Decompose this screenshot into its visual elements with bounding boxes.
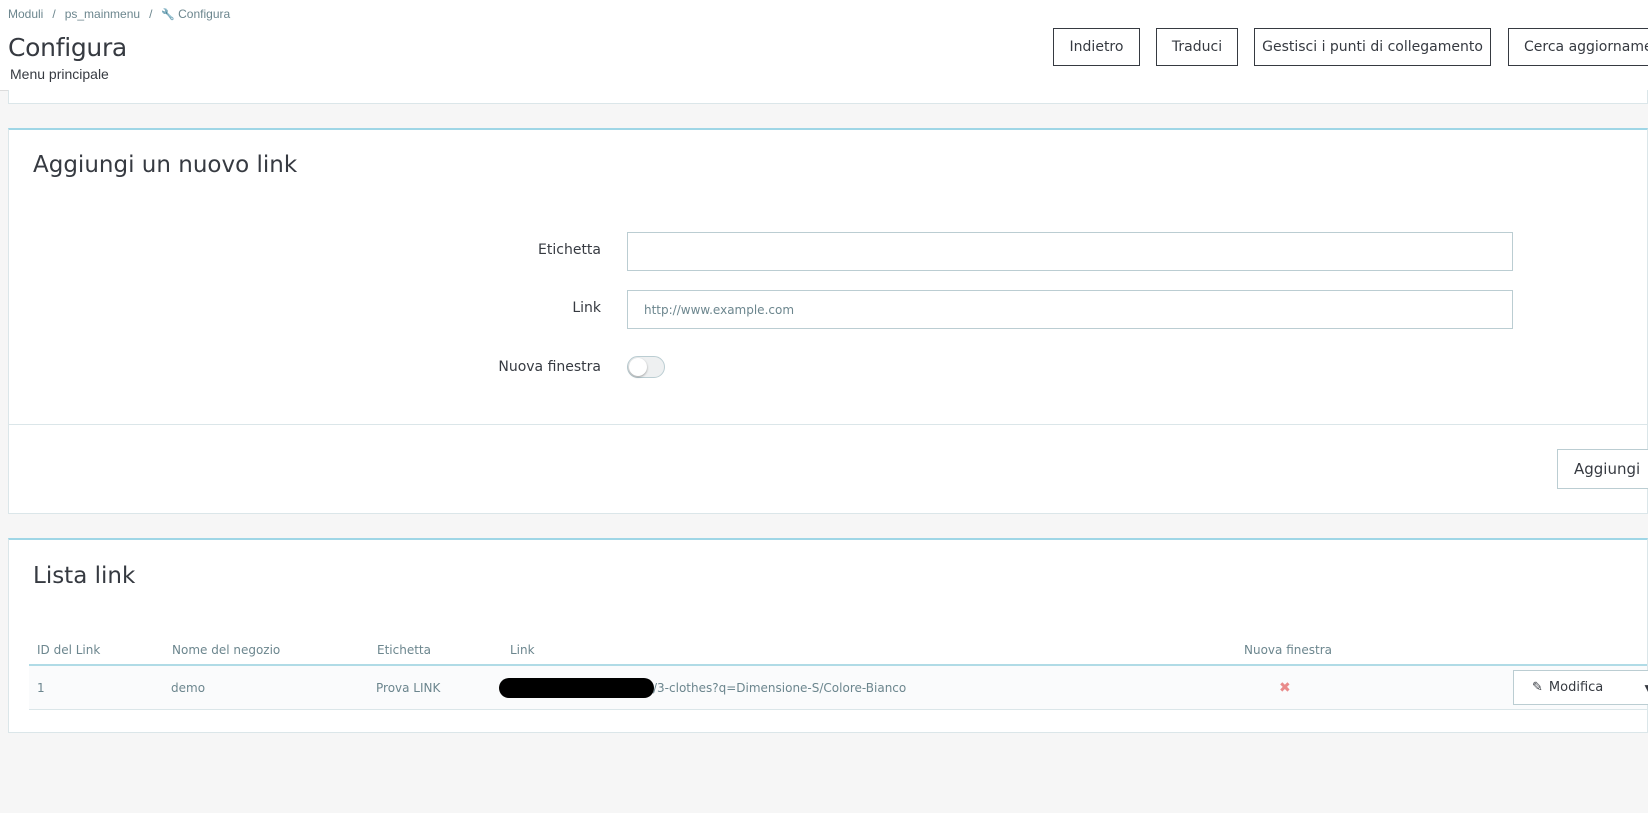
- new-window-toggle[interactable]: [627, 356, 665, 378]
- check-updates-button[interactable]: Cerca aggiornamenti: [1508, 28, 1648, 66]
- breadcrumb-item-modules[interactable]: Moduli: [8, 7, 43, 21]
- redacted-url-mark: [499, 678, 654, 698]
- page-title: Configura: [8, 33, 127, 62]
- add-link-panel-footer: Aggiungi: [9, 424, 1648, 513]
- table-row: 1 demo Prova LINK /3-clothes?q=Dimension…: [29, 666, 1648, 710]
- add-link-panel-title: Aggiungi un nuovo link: [33, 152, 298, 178]
- column-header-shop: Nome del negozio: [172, 643, 281, 657]
- edit-button-label: Modifica: [1548, 680, 1604, 695]
- disabled-x-icon: ✖: [1279, 679, 1291, 696]
- edit-button[interactable]: ✎ Modifica: [1514, 671, 1628, 704]
- cell-label: Prova LINK: [376, 680, 441, 695]
- column-header-link: Link: [510, 643, 535, 657]
- links-list-title: Lista link: [33, 563, 136, 589]
- links-list-panel: Lista link ID del Link Nome del negozio …: [8, 538, 1648, 733]
- breadcrumb-separator: /: [149, 7, 153, 21]
- breadcrumb: Moduli / ps_mainmenu / 🔧 Configura: [8, 7, 230, 21]
- cell-link-id: 1: [37, 680, 45, 695]
- caret-down-icon[interactable]: ▼: [1642, 681, 1648, 695]
- column-header-id: ID del Link: [37, 643, 101, 657]
- breadcrumb-item-current: Configura: [178, 7, 231, 21]
- cell-link-url: /3-clothes?q=Dimensione-S/Colore-Bianco: [653, 680, 907, 695]
- column-header-label: Etichetta: [377, 643, 431, 657]
- breadcrumb-item-module[interactable]: ps_mainmenu: [65, 7, 140, 21]
- previous-panel-bottom: [8, 90, 1648, 104]
- page-subtitle: Menu principale: [10, 66, 109, 82]
- cell-shop-name: demo: [171, 680, 206, 695]
- page-header: Moduli / ps_mainmenu / 🔧 Configura Confi…: [0, 0, 1648, 91]
- label-input[interactable]: [627, 232, 1513, 271]
- back-button[interactable]: Indietro: [1053, 28, 1140, 66]
- edit-button-group: ✎ Modifica ▼: [1513, 670, 1648, 705]
- column-header-new-window: Nuova finestra: [1244, 643, 1332, 657]
- translate-button[interactable]: Traduci: [1156, 28, 1238, 66]
- wrench-icon: 🔧: [161, 8, 176, 21]
- breadcrumb-separator: /: [52, 7, 56, 21]
- pencil-icon: ✎: [1532, 680, 1543, 695]
- add-link-panel: Aggiungi un nuovo link Etichetta Link Nu…: [8, 128, 1648, 514]
- toggle-knob: [629, 358, 647, 376]
- label-field-label: Etichetta: [538, 242, 601, 258]
- link-input[interactable]: [627, 290, 1513, 329]
- new-window-label: Nuova finestra: [498, 359, 601, 375]
- link-field-label: Link: [572, 300, 601, 316]
- manage-hooks-button[interactable]: Gestisci i punti di collegamento: [1254, 28, 1491, 66]
- add-button[interactable]: Aggiungi: [1557, 449, 1648, 489]
